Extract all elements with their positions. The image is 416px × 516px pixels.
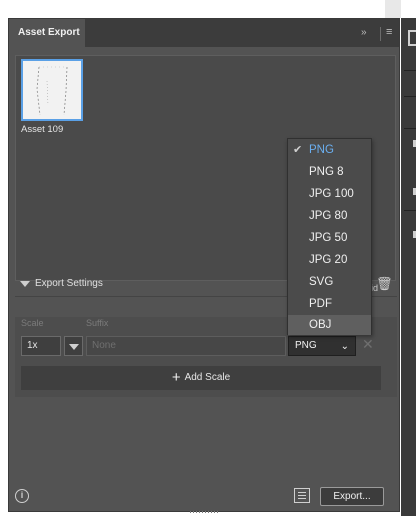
menu-item-jpg80[interactable]: JPG 80 <box>288 205 371 227</box>
remove-icon[interactable]: ✕ <box>362 336 374 353</box>
adjacent-toolbar <box>401 0 416 516</box>
format-select-value: PNG <box>295 340 317 351</box>
menu-item-obj[interactable]: OBJ <box>288 315 371 335</box>
panel-menu-icon[interactable]: ≡ <box>386 26 392 38</box>
menu-item-png[interactable]: ✔ PNG <box>288 139 371 161</box>
scale-input[interactable]: 1x <box>21 336 61 356</box>
checkmark-icon: ✔ <box>293 144 303 156</box>
format-select[interactable]: PNG ⌄ <box>288 336 356 356</box>
plus-icon: + <box>171 369 181 386</box>
menu-item-jpg50[interactable]: JPG 50 <box>288 227 371 249</box>
menu-item-svg[interactable]: SVG <box>288 271 371 293</box>
menu-item-jpg100[interactable]: JPG 100 <box>288 183 371 205</box>
trash-icon[interactable]: 🗑 <box>376 276 393 292</box>
chevron-down-icon[interactable] <box>20 281 30 287</box>
asset-preview-icon <box>36 66 68 116</box>
menu-expand-icon[interactable]: » <box>361 27 367 38</box>
add-scale-label: Add Scale <box>184 372 231 383</box>
asset-label[interactable]: Asset 109 <box>21 124 63 135</box>
scale-column-label: Scale <box>21 318 44 328</box>
tab-asset-export[interactable]: Asset Export <box>9 19 85 47</box>
resize-grip[interactable] <box>190 511 220 513</box>
export-settings-label[interactable]: Export Settings <box>35 278 103 289</box>
toolbar-frame-icon[interactable] <box>408 30 416 46</box>
scale-dropdown-button[interactable] <box>64 336 83 356</box>
suffix-column-label: Suffix <box>86 318 109 328</box>
chevron-down-icon: ⌄ <box>340 341 349 352</box>
menu-item-png8[interactable]: PNG 8 <box>288 161 371 183</box>
list-icon[interactable] <box>294 488 310 503</box>
export-button[interactable]: Export... <box>320 487 384 506</box>
suffix-input[interactable]: None <box>86 336 286 356</box>
menu-item-pdf[interactable]: PDF <box>288 293 371 315</box>
menu-item-jpg20[interactable]: JPG 20 <box>288 249 371 271</box>
asset-thumbnail[interactable] <box>21 59 83 121</box>
panel-tab-bar: Asset Export » ≡ <box>9 19 399 47</box>
format-dropdown-menu: ✔ PNG PNG 8 JPG 100 JPG 80 JPG 50 JPG 20… <box>287 138 372 335</box>
add-scale-button[interactable]: + Add Scale <box>21 366 381 390</box>
info-icon[interactable]: i <box>15 489 29 503</box>
